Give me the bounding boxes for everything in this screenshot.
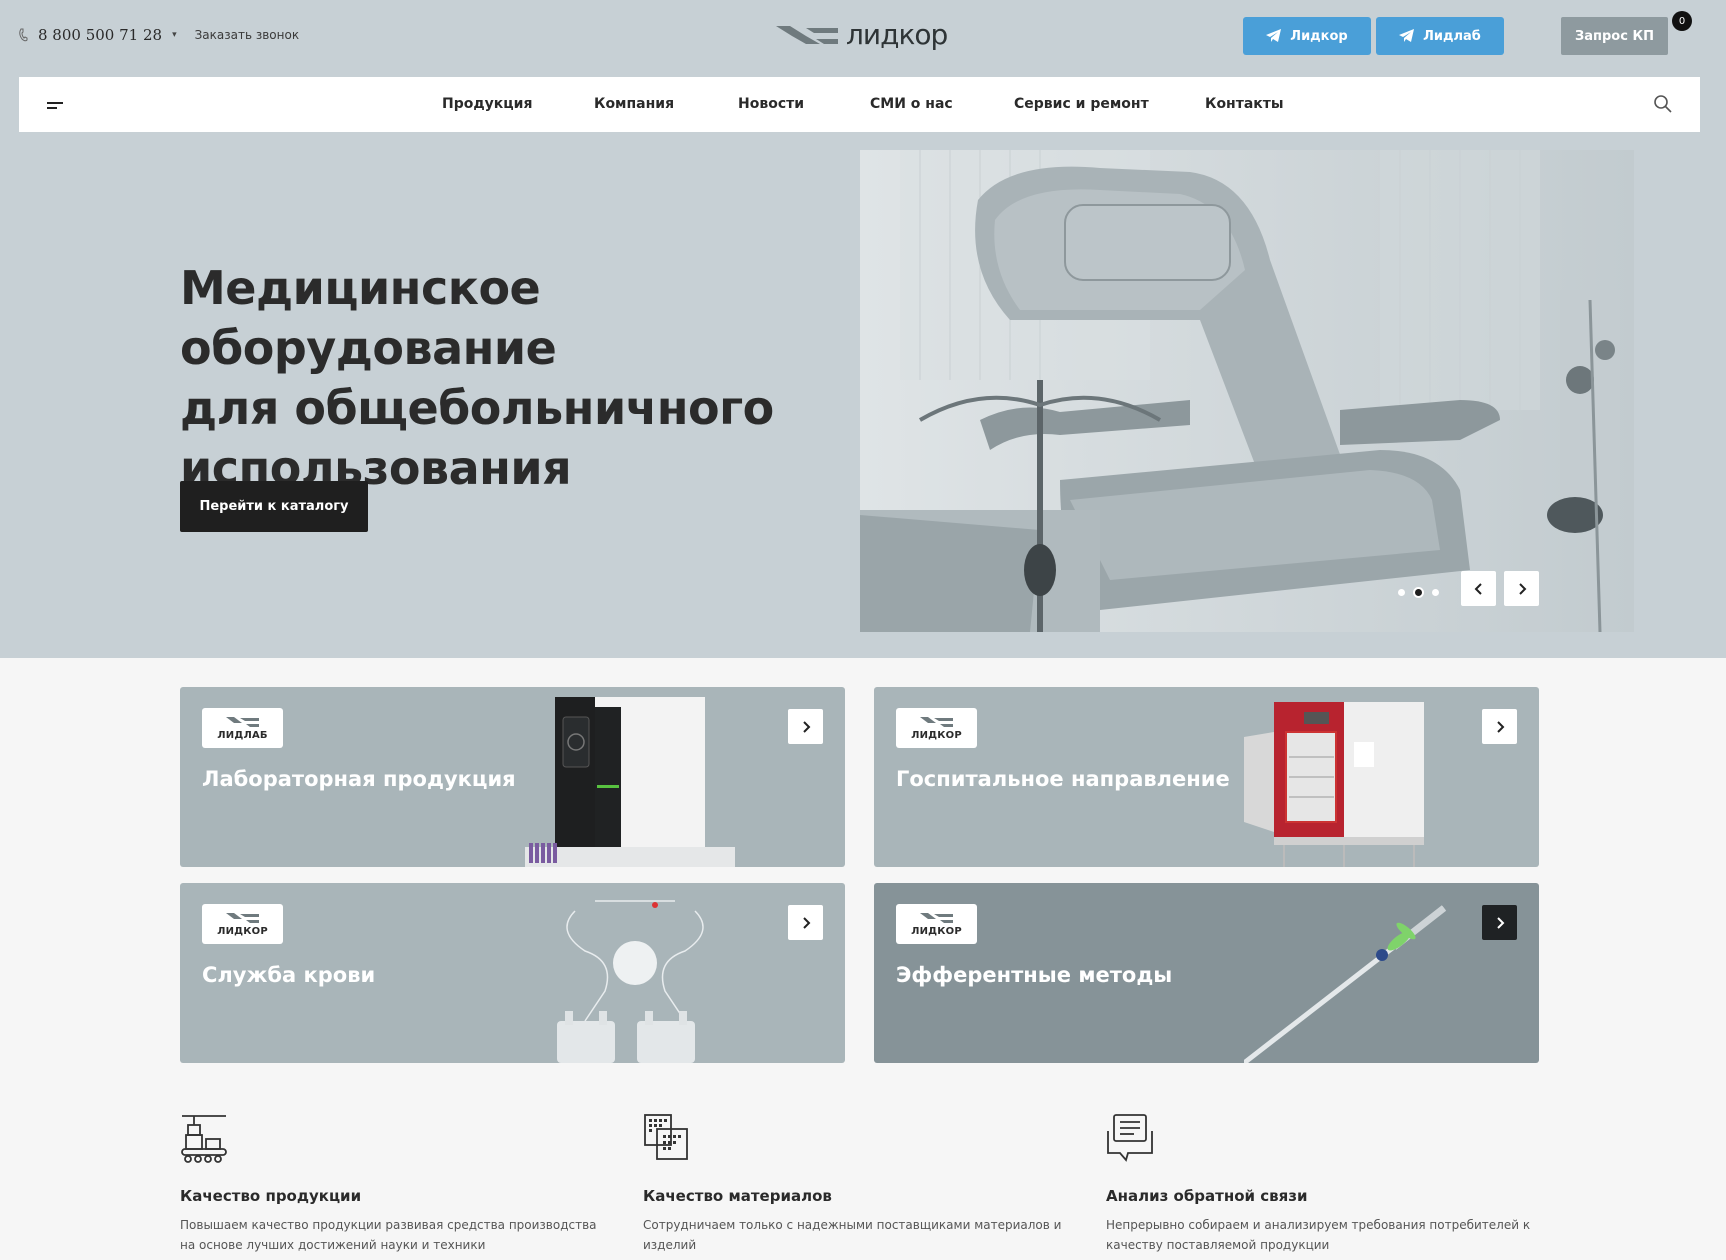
brand-name: ЛИДЛАБ — [217, 730, 268, 741]
nav-items: Продукция Компания Новости СМИ о нас Сер… — [19, 77, 1700, 132]
feature-description-line: Непрерывно собираем и анализируем требов… — [1106, 1218, 1531, 1232]
hero-title-line: для общебольничного — [180, 381, 774, 435]
go-to-catalog-button[interactable]: Перейти к каталогу — [180, 481, 368, 532]
nav-item-contacts[interactable]: Контакты — [1205, 96, 1284, 112]
card-title: Эфферентные методы — [896, 963, 1173, 987]
blood-bags-image — [557, 900, 704, 1063]
medical-chair-illustration — [860, 150, 1634, 632]
hero-image — [860, 150, 1634, 632]
brand-name: ЛИДКОР — [911, 730, 962, 741]
nav-item-service[interactable]: Сервис и ремонт — [1014, 96, 1149, 112]
chevron-right-icon — [802, 720, 810, 733]
feature-description-line: Сотрудничаем только с надежными поставщи… — [643, 1218, 1062, 1232]
card-open-button[interactable] — [1482, 905, 1517, 940]
request-quote-button[interactable]: Запрос КП — [1561, 17, 1668, 55]
feature-description: Повышаем качество продукции развивая сре… — [180, 1215, 610, 1255]
chevron-left-icon — [1474, 582, 1482, 595]
slider-dot-active[interactable] — [1413, 587, 1424, 598]
main-navigation: Продукция Компания Новости СМИ о нас Сер… — [19, 77, 1700, 132]
nav-item-company[interactable]: Компания — [594, 96, 674, 112]
chevron-right-icon — [1496, 720, 1504, 733]
brand-mark-icon — [225, 913, 259, 923]
feature-title: Качество продукции — [180, 1187, 362, 1205]
telegram-icon — [1399, 29, 1415, 42]
feature-title: Анализ обратной связи — [1106, 1187, 1308, 1205]
category-card-efferent-methods[interactable]: ЛИДКОР Эфферентные методы — [874, 883, 1539, 1063]
card-title: Госпитальное направление — [896, 767, 1230, 791]
brand-mark-icon — [919, 913, 953, 923]
chevron-right-icon — [1518, 582, 1526, 595]
chevron-down-icon[interactable]: ▾ — [172, 30, 177, 40]
feature-description-line: изделий — [643, 1238, 697, 1252]
lab-analyzer-image — [525, 697, 735, 867]
slider-prev-button[interactable] — [1461, 571, 1496, 606]
phone-block: 8 800 500 71 28 ▾ Заказать звонок — [18, 26, 299, 44]
feature-description-line: Повышаем качество продукции развивая сре… — [180, 1218, 597, 1232]
card-open-button[interactable] — [788, 709, 823, 744]
slider-dots — [1398, 587, 1439, 598]
nav-item-media[interactable]: СМИ о нас — [870, 96, 953, 112]
telegram-button-label: Лидлаб — [1423, 28, 1481, 44]
brand-name: ЛИДКОР — [911, 926, 962, 937]
brand-logo: ЛИДЛАБ — [202, 708, 283, 748]
feature-materials-quality: Качество материалов Сотрудничаем только … — [643, 1113, 1073, 1255]
telegram-icon — [1266, 29, 1282, 42]
brand-logo: ЛИДКОР — [896, 708, 977, 748]
telegram-lidlab-button[interactable]: Лидлаб — [1376, 17, 1504, 55]
feature-description-line: качеству поставляемой продукции — [1106, 1238, 1330, 1252]
hero-title-line: Медицинское оборудование — [180, 261, 557, 375]
telegram-button-label: Лидкор — [1290, 28, 1348, 44]
feature-description: Сотрудничаем только с надежными поставщи… — [643, 1215, 1073, 1255]
nav-item-news[interactable]: Новости — [738, 96, 804, 112]
card-title: Служба крови — [202, 963, 376, 987]
brand-name: ЛИДКОР — [217, 926, 268, 937]
top-bar: 8 800 500 71 28 ▾ Заказать звонок лидкор… — [0, 0, 1726, 76]
cart-count-badge[interactable]: 0 — [1672, 11, 1692, 31]
search-icon[interactable] — [1653, 94, 1673, 114]
chevron-right-icon — [1496, 916, 1504, 929]
card-title: Лабораторная продукция — [202, 767, 516, 791]
feature-title: Качество материалов — [643, 1187, 832, 1205]
slider-dot[interactable] — [1398, 589, 1405, 596]
category-card-laboratory[interactable]: ЛИДЛАБ Лабораторная продукция — [180, 687, 845, 867]
hero-title: Медицинское оборудование для общебольнич… — [180, 258, 900, 498]
feature-description-line: на основе лучших достижений науки и техн… — [180, 1238, 486, 1252]
chevron-right-icon — [802, 916, 810, 929]
card-open-button[interactable] — [1482, 709, 1517, 744]
category-card-blood-service[interactable]: ЛИДКОР Служба крови — [180, 883, 845, 1063]
slider-dot[interactable] — [1432, 589, 1439, 596]
card-open-button[interactable] — [788, 905, 823, 940]
feature-production-quality: Качество продукции Повышаем качество про… — [180, 1113, 610, 1255]
feature-description: Непрерывно собираем и анализируем требов… — [1106, 1215, 1536, 1255]
catheter-image — [1244, 905, 1447, 1063]
phone-number[interactable]: 8 800 500 71 28 — [38, 26, 162, 44]
feature-feedback-analysis: Анализ обратной связи Непрерывно собирае… — [1106, 1113, 1536, 1255]
nav-item-products[interactable]: Продукция — [442, 96, 532, 112]
conveyor-production-icon — [181, 1115, 227, 1163]
brand-mark-icon — [919, 717, 953, 727]
slider-next-button[interactable] — [1504, 571, 1539, 606]
hospital-equipment-image — [1244, 702, 1424, 867]
site-logo[interactable]: лидкор — [776, 18, 948, 51]
feedback-chat-icon — [1107, 1114, 1153, 1162]
brand-mark-icon — [225, 717, 259, 727]
telegram-lidkor-button[interactable]: Лидкор — [1243, 17, 1371, 55]
brand-logo: ЛИДКОР — [896, 904, 977, 944]
brand-logo: ЛИДКОР — [202, 904, 283, 944]
logo-text: лидкор — [846, 18, 948, 51]
materials-documents-icon — [644, 1114, 688, 1160]
logo-mark-icon — [776, 25, 838, 44]
callback-link[interactable]: Заказать звонок — [195, 28, 300, 42]
category-card-hospital[interactable]: ЛИДКОР Госпитальное направление — [874, 687, 1539, 867]
phone-icon — [19, 28, 28, 42]
